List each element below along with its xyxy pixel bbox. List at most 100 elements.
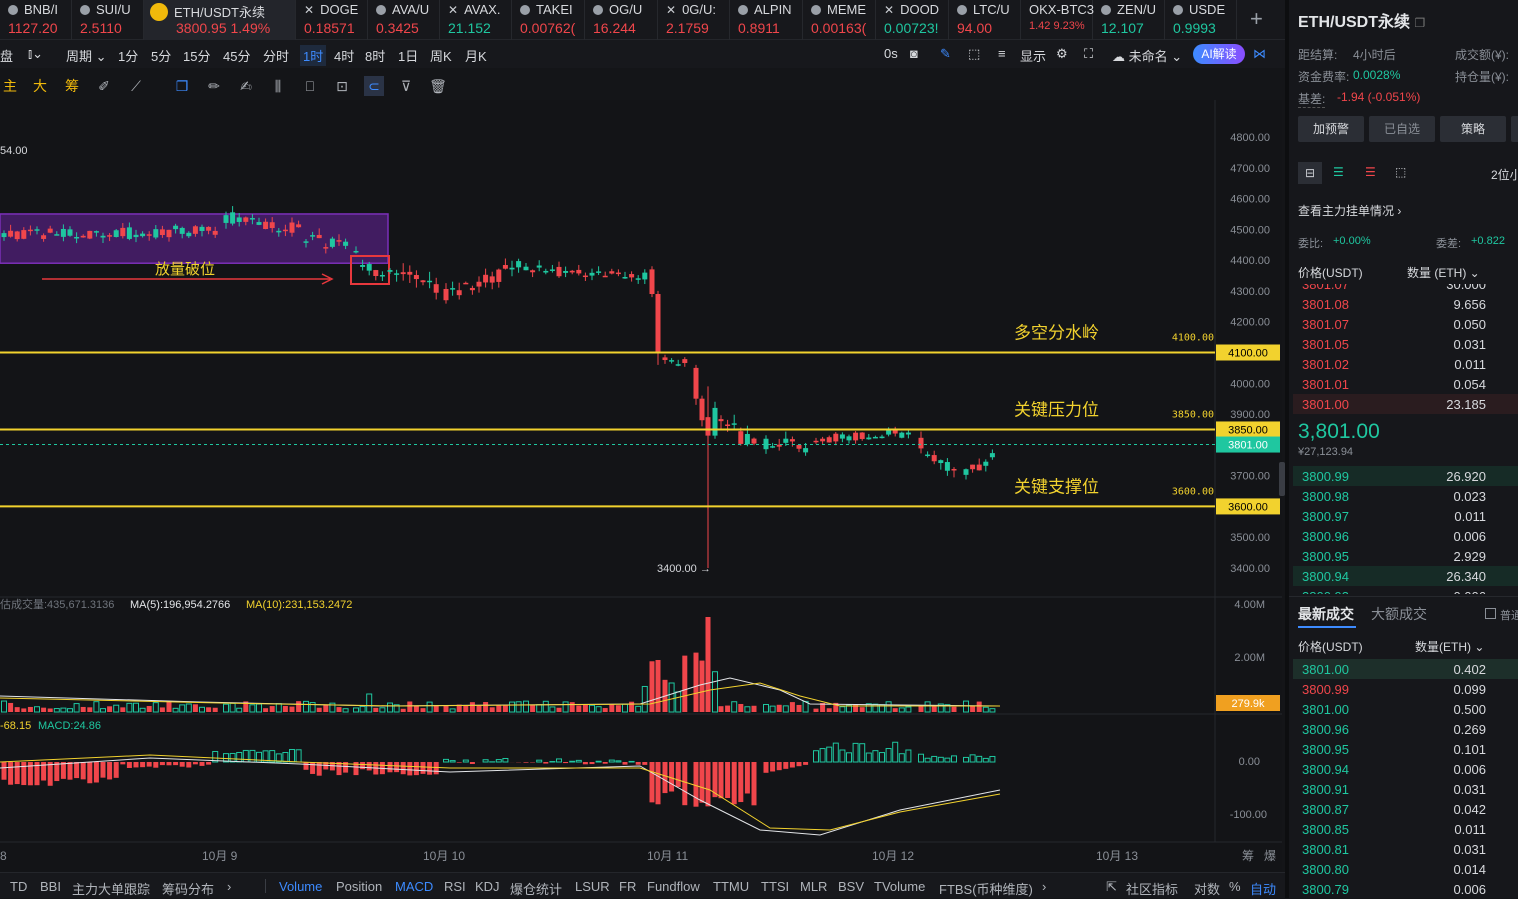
trade-row[interactable]: 3801.000.500 (1293, 699, 1518, 719)
ticker-tab[interactable]: ✕ DOOD0.00723! (876, 0, 949, 40)
indicator-1[interactable]: BBI (40, 879, 61, 894)
ticker-tab[interactable]: MEME0.00163( (803, 0, 876, 40)
community-icon[interactable]: ⇱ (1106, 879, 1117, 895)
ask-row[interactable]: 3801.050.031 (1293, 334, 1518, 354)
magnet-icon[interactable]: ⊂ (364, 76, 384, 96)
book-asks-icon[interactable]: ☰ (1365, 165, 1376, 179)
interval-4[interactable]: 分时 (263, 46, 289, 65)
ask-row[interactable]: 3801.020.011 (1293, 354, 1518, 374)
ticker-tab[interactable]: ZEN/U12.107 (1093, 0, 1165, 40)
ticker-tab[interactable]: TAKEI0.00762( (512, 0, 585, 40)
indicator-16[interactable]: BSV (838, 879, 864, 894)
ticker-tab[interactable]: ✕ 0G/U:2.1759 (658, 0, 730, 40)
list-icon[interactable]: ≡ (998, 46, 1006, 61)
indicator-7[interactable]: RSI (444, 879, 466, 894)
indicator-0[interactable]: TD (10, 879, 27, 894)
ticker-tab[interactable]: BNB/I1127.20 (0, 0, 72, 40)
add-alert-button[interactable]: 加预警 (1298, 116, 1364, 142)
interval-1[interactable]: 5分 (151, 46, 171, 65)
measure-icon[interactable]: ⟋ (126, 76, 146, 96)
indicator-4[interactable]: Volume (279, 879, 322, 894)
bid-row[interactable]: 3800.970.011 (1293, 506, 1518, 526)
ask-row[interactable]: 3801.0023.185 (1293, 394, 1518, 414)
trade-row[interactable]: 3800.940.006 (1293, 759, 1518, 779)
select-icon[interactable]: ⬚ (968, 46, 980, 62)
consolidation-box[interactable] (0, 214, 388, 263)
annotate-icon[interactable]: ✐ (94, 76, 114, 96)
trades-qty-header[interactable]: 数量(ETH) ⌄ (1415, 638, 1484, 655)
trade-row[interactable]: 3801.000.402 (1293, 659, 1518, 679)
bid-row[interactable]: 3800.952.929 (1293, 546, 1518, 566)
indicator-12[interactable]: Fundflow (647, 879, 700, 894)
ticker-tab[interactable]: USDE0.9993 (1165, 0, 1237, 40)
normal-checkbox[interactable] (1485, 608, 1496, 619)
indicator-5[interactable]: Position (336, 879, 382, 894)
settings-icon[interactable]: ⚙ (1056, 46, 1068, 62)
more-button[interactable] (1511, 116, 1518, 142)
indicator-18[interactable]: FTBS(币种维度) (939, 879, 1033, 898)
indicator-8[interactable]: KDJ (475, 879, 500, 894)
bottom-log_label[interactable]: 对数 (1194, 879, 1220, 898)
trade-row[interactable]: 3800.850.011 (1293, 819, 1518, 839)
interval-7[interactable]: 8时 (365, 46, 385, 65)
indicator-17[interactable]: TVolume (874, 879, 925, 894)
indicator-11[interactable]: FR (619, 879, 636, 894)
book-depth-icon[interactable]: ⬚ (1395, 165, 1406, 179)
ticker-tab[interactable]: OKX-BTC31.42 9.23% (1021, 0, 1093, 40)
ticker-tab[interactable]: ETH/USDT永续3800.95 1.49% (144, 0, 296, 40)
close-icon[interactable]: ✕ (448, 3, 458, 17)
bid-row[interactable]: 3800.9426.340 (1293, 566, 1518, 586)
candles-icon[interactable]: ⫼ (268, 76, 288, 96)
filter-icon[interactable]: ⊽ (396, 76, 416, 96)
trade-row[interactable]: 3800.960.269 (1293, 719, 1518, 739)
interval-0[interactable]: 1分 (118, 46, 138, 65)
interval-5[interactable]: 1时 (300, 45, 326, 66)
bottom-community[interactable]: 社区指标 (1126, 879, 1178, 898)
ask-row[interactable]: 3801.089.656 (1293, 294, 1518, 314)
ticker-tab[interactable]: ALPIN0.8911 (730, 0, 803, 40)
book-bids-icon[interactable]: ☰ (1333, 165, 1344, 179)
pencil-icon[interactable]: ✏ (204, 76, 224, 96)
trade-row[interactable]: 3800.990.099 (1293, 679, 1518, 699)
trade-row[interactable]: 3800.800.014 (1293, 859, 1518, 879)
big-order-tool[interactable]: 大 (30, 76, 50, 96)
ask-row[interactable]: 3801.010.054 (1293, 374, 1518, 394)
display-button[interactable]: 显示 (1020, 46, 1046, 65)
camera-icon[interactable]: ◙ (910, 46, 918, 61)
layout-dropdown[interactable]: ☁ 未命名 ⌄ (1112, 46, 1182, 65)
ticker-tab[interactable]: ✕ AVAX.21.152 (440, 0, 512, 40)
share-icon[interactable]: ⋈ (1253, 46, 1266, 62)
scroll-left-icon[interactable]: › (227, 879, 231, 894)
interval-9[interactable]: 周K (430, 46, 452, 65)
close-icon[interactable]: ✕ (304, 3, 314, 17)
interval-8[interactable]: 1日 (398, 46, 418, 65)
chips-tool[interactable]: 筹 (62, 76, 82, 96)
bottom-pct_label[interactable]: % (1229, 879, 1241, 894)
indicator-2[interactable]: 主力大单跟踪 (72, 879, 150, 898)
ticker-tab[interactable]: LTC/U94.00 (949, 0, 1021, 40)
strategy-button[interactable]: 策略 (1440, 116, 1506, 142)
bid-row[interactable]: 3800.960.006 (1293, 526, 1518, 546)
qty-column-header[interactable]: 数量 (ETH) ⌄ (1407, 264, 1480, 281)
indicator-3[interactable]: 筹码分布 (162, 879, 214, 898)
main-force-tool[interactable]: 主 (0, 76, 20, 96)
trade-row[interactable]: 3800.810.031 (1293, 839, 1518, 859)
indicator-10[interactable]: LSUR (575, 879, 610, 894)
ticker-tab[interactable]: SUI/U2.5110 (72, 0, 144, 40)
ticker-tab[interactable]: AVA/U0.3425 (368, 0, 440, 40)
add-ticker-icon[interactable]: + (1250, 6, 1263, 32)
indicator-6[interactable]: MACD (395, 879, 433, 894)
precision-dropdown[interactable]: 2位小 (1491, 166, 1518, 183)
close-icon[interactable]: ✕ (666, 3, 676, 17)
indicator-9[interactable]: 爆仓统计 (510, 879, 562, 898)
copy-symbol-icon[interactable]: ❐ (1414, 16, 1425, 30)
indicator-13[interactable]: TTMU (713, 879, 749, 894)
main-orders-link[interactable]: 查看主力挂单情况 › (1298, 202, 1401, 219)
trash-icon[interactable]: 🗑 (428, 76, 448, 96)
trade-row[interactable]: 3800.910.031 (1293, 779, 1518, 799)
close-icon[interactable]: ✕ (884, 3, 894, 17)
ai-explain-button[interactable]: AI解读 (1193, 44, 1245, 64)
edit-icon[interactable]: ⊡ (332, 76, 352, 96)
bid-row[interactable]: 3800.9926.920 (1293, 466, 1518, 486)
bid-row[interactable]: 3800.980.023 (1293, 486, 1518, 506)
